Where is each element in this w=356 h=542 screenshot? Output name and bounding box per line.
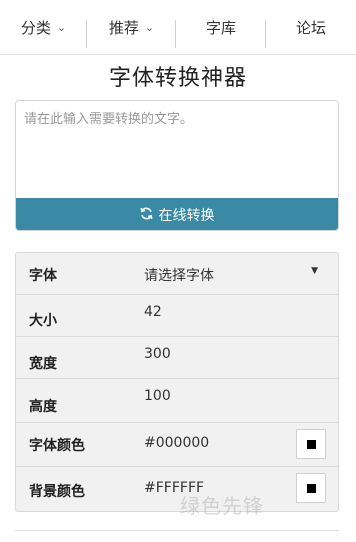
size-row: 大小 42	[16, 295, 338, 337]
chevron-down-icon: ⌄	[56, 21, 67, 34]
color-chip	[307, 484, 316, 493]
height-label: 高度	[29, 399, 57, 415]
caret-down-icon: ▼	[311, 266, 318, 276]
nav-item-category[interactable]: 分类 ⌄	[0, 0, 87, 55]
font-label: 字体	[29, 268, 57, 284]
page-title: 字体转换神器	[108, 66, 247, 91]
size-label: 大小	[29, 313, 57, 329]
text-input[interactable]	[16, 101, 338, 198]
width-row: 宽度 300	[16, 337, 338, 379]
bg-color-row: 背景颜色 #FFFFFF	[16, 467, 338, 511]
page-footer-edge	[15, 530, 339, 542]
nav-item-label: 分类	[20, 19, 51, 37]
settings-panel: 字体 请选择字体 ▼ 大小 42 宽度 300 高度 100 字体颜色 #000…	[15, 252, 339, 512]
width-label: 宽度	[29, 356, 57, 372]
converter-panel: 在线转换	[15, 100, 339, 231]
font-color-label: 字体颜色	[29, 438, 85, 454]
nav-item-font-library[interactable]: 字库	[176, 0, 266, 55]
bg-color-input[interactable]: #FFFFFF	[144, 480, 204, 496]
size-input[interactable]: 42	[144, 304, 162, 320]
nav-item-recommend[interactable]: 推荐 ⌄	[87, 0, 176, 55]
nav-item-label: 论坛	[295, 19, 326, 37]
nav-item-label: 字库	[205, 19, 236, 37]
font-color-input[interactable]: #000000	[144, 435, 209, 451]
font-select[interactable]: 字体 请选择字体 ▼	[16, 253, 338, 295]
bg-color-swatch[interactable]	[296, 473, 326, 503]
font-color-swatch[interactable]	[296, 429, 326, 459]
bg-color-label: 背景颜色	[29, 484, 85, 500]
chevron-down-icon: ⌄	[144, 21, 155, 34]
color-chip	[307, 440, 316, 449]
refresh-icon	[139, 207, 153, 224]
convert-button-label: 在线转换	[158, 208, 215, 224]
font-select-value: 请选择字体	[144, 268, 214, 284]
nav-item-label: 推荐	[108, 19, 139, 37]
font-color-row: 字体颜色 #000000	[16, 423, 338, 467]
width-input[interactable]: 300	[144, 346, 171, 362]
top-nav: 分类 ⌄ 推荐 ⌄ 字库 论坛	[0, 0, 356, 55]
nav-item-forum[interactable]: 论坛	[266, 0, 356, 55]
height-row: 高度 100	[16, 379, 338, 423]
height-input[interactable]: 100	[144, 388, 171, 404]
convert-button[interactable]: 在线转换	[16, 198, 338, 230]
